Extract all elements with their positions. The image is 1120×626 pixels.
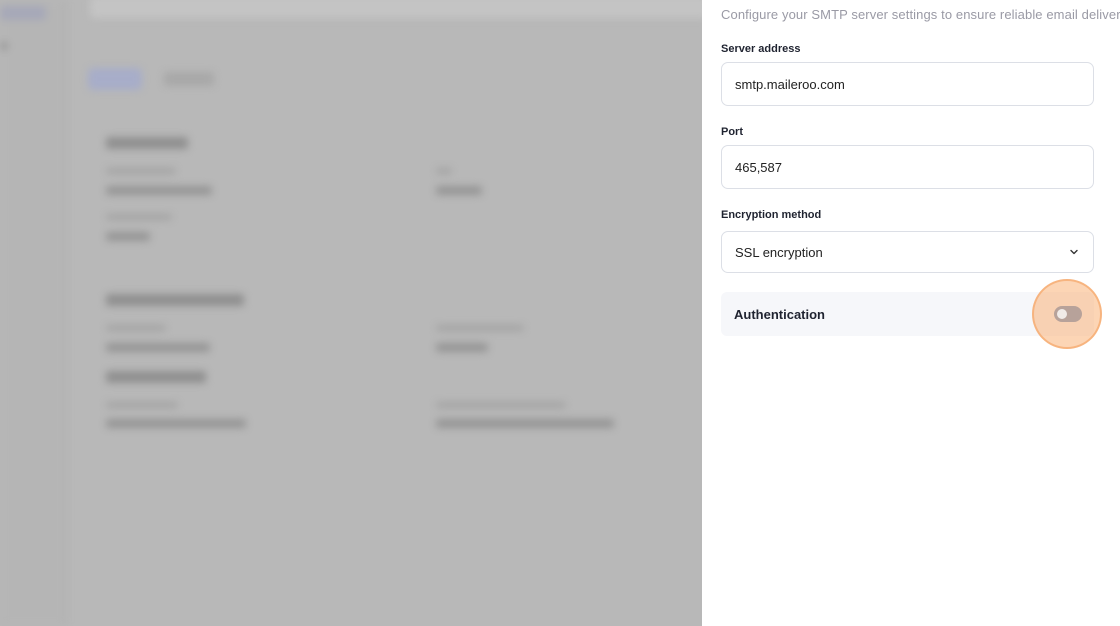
bg-field-value bbox=[436, 343, 488, 352]
blurred-content bbox=[0, 0, 702, 626]
server-address-label: Server address bbox=[721, 43, 801, 55]
encryption-method-select[interactable]: SSL encryption bbox=[721, 231, 1094, 273]
bg-field-label bbox=[106, 325, 166, 331]
bg-heading bbox=[106, 137, 188, 149]
encryption-method-label: Encryption method bbox=[721, 209, 822, 221]
bg-tab bbox=[164, 72, 214, 86]
background-app-overlay bbox=[0, 0, 702, 626]
authentication-label: Authentication bbox=[734, 307, 825, 322]
bg-field-label bbox=[436, 168, 452, 174]
bg-sidebar-item bbox=[0, 42, 8, 50]
bg-field-label bbox=[106, 402, 178, 408]
port-input[interactable] bbox=[722, 146, 1093, 188]
bg-field-value bbox=[106, 343, 210, 352]
port-label: Port bbox=[721, 126, 743, 138]
bg-tab bbox=[88, 68, 142, 90]
bg-heading bbox=[106, 371, 206, 383]
bg-sidebar-item bbox=[0, 6, 46, 20]
chevron-down-icon bbox=[1070, 249, 1078, 255]
bg-field-value bbox=[106, 232, 150, 241]
drawer-subtitle: Configure your SMTP server settings to e… bbox=[721, 7, 1120, 22]
encryption-method-value: SSL encryption bbox=[735, 245, 823, 260]
authentication-toggle[interactable] bbox=[1054, 306, 1082, 322]
bg-topbar bbox=[90, 0, 702, 18]
bg-heading bbox=[106, 294, 244, 306]
port-field[interactable] bbox=[721, 145, 1094, 189]
bg-field-label bbox=[106, 168, 176, 174]
bg-sidebar bbox=[0, 0, 66, 626]
bg-field-label bbox=[436, 325, 524, 331]
bg-field-label bbox=[106, 214, 172, 220]
bg-field-label bbox=[436, 402, 566, 408]
bg-field-value bbox=[436, 186, 482, 195]
toggle-knob bbox=[1057, 309, 1067, 319]
bg-field-value bbox=[436, 419, 614, 428]
bg-field-value bbox=[106, 419, 246, 428]
server-address-input[interactable] bbox=[722, 63, 1093, 105]
bg-field-value bbox=[106, 186, 212, 195]
server-address-field[interactable] bbox=[721, 62, 1094, 106]
